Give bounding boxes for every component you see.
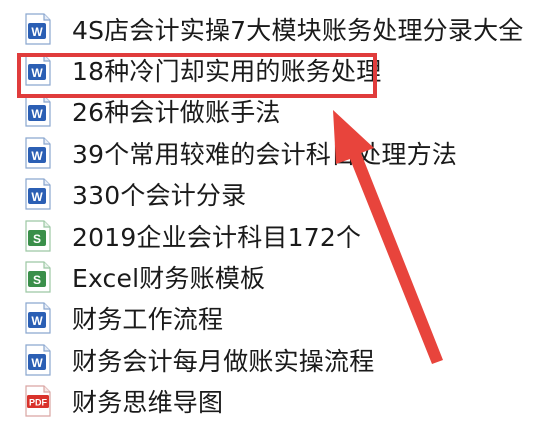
svg-text:W: W — [31, 25, 43, 39]
file-name: 26种会计做账手法 — [72, 98, 281, 128]
word-doc-icon: W — [24, 302, 52, 335]
file-explorer-view: W 4S店会计实操7大模块账务处理分录大全 W 18种冷门却实用的账务处理 W … — [0, 0, 542, 438]
svg-text:W: W — [31, 190, 43, 204]
file-item-5[interactable]: S 2019企业会计科目172个 — [22, 215, 537, 256]
file-item-6[interactable]: S Excel财务账模板 — [22, 256, 537, 297]
file-name: 2019企业会计科目172个 — [72, 222, 362, 252]
file-name: Excel财务账模板 — [72, 264, 266, 294]
file-name: 财务会计每月做账实操流程 — [72, 346, 375, 376]
file-item-8[interactable]: W 财务会计每月做账实操流程 — [22, 339, 537, 380]
file-name: 财务思维导图 — [72, 388, 224, 418]
file-name: 18种冷门却实用的账务处理 — [72, 57, 382, 87]
file-item-7[interactable]: W 财务工作流程 — [22, 298, 537, 339]
svg-text:W: W — [31, 356, 43, 370]
word-doc-icon: W — [24, 137, 52, 169]
file-item-3[interactable]: W 39个常用较难的会计科目处理方法 — [22, 132, 537, 173]
svg-text:S: S — [33, 232, 41, 246]
svg-text:W: W — [31, 314, 43, 328]
file-name: 39个常用较难的会计科目处理方法 — [72, 139, 458, 169]
excel-sheet-icon: S — [24, 261, 52, 293]
word-doc-icon: W — [24, 13, 52, 45]
file-name: 财务工作流程 — [72, 305, 224, 335]
svg-text:W: W — [31, 66, 43, 80]
file-item-1[interactable]: W 18种冷门却实用的账务处理 — [22, 49, 537, 90]
svg-text:S: S — [33, 273, 41, 287]
file-item-4[interactable]: W 330个会计分录 — [22, 174, 537, 215]
word-doc-icon: W — [24, 95, 52, 128]
svg-text:W: W — [31, 149, 43, 163]
file-name: 330个会计分录 — [72, 181, 247, 211]
word-doc-icon: W — [24, 178, 52, 210]
pdf-doc-icon: PDF — [24, 385, 52, 417]
file-item-0[interactable]: W 4S店会计实操7大模块账务处理分录大全 — [22, 8, 537, 49]
file-item-2[interactable]: W 26种会计做账手法 — [22, 91, 537, 132]
word-doc-icon: W — [24, 54, 52, 86]
svg-text:PDF: PDF — [29, 398, 48, 408]
word-doc-icon: W — [24, 344, 52, 376]
excel-sheet-icon: S — [24, 220, 52, 252]
svg-text:W: W — [31, 107, 43, 121]
file-name: 4S店会计实操7大模块账务处理分录大全 — [72, 15, 524, 45]
file-item-9[interactable]: PDF 财务思维导图 — [22, 381, 537, 422]
file-list: W 4S店会计实操7大模块账务处理分录大全 W 18种冷门却实用的账务处理 W … — [22, 8, 537, 422]
